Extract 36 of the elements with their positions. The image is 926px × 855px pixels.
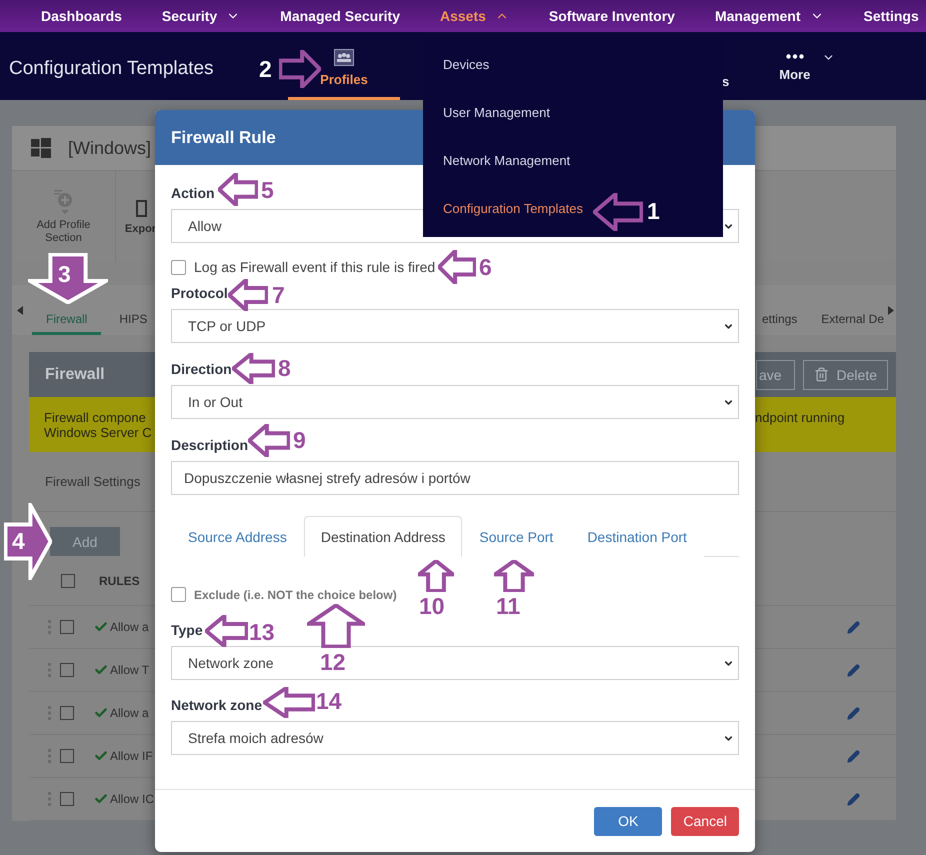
field-label: Direction — [171, 360, 232, 378]
field-label: Type — [171, 621, 203, 639]
panel-title: Firewall — [45, 366, 105, 384]
rule-name: Allow IC — [110, 792, 154, 806]
profile-title: [Windows] — [68, 138, 152, 158]
field-label: Action — [171, 184, 215, 202]
callout-number: 10 — [419, 594, 445, 618]
callout-number: 3 — [58, 262, 71, 286]
callout-number: 7 — [272, 283, 285, 307]
warning-text: Windows Server C — [44, 424, 153, 440]
callout-number: 11 — [496, 594, 520, 618]
callout-number: 1 — [647, 199, 660, 223]
callout-number: 6 — [479, 255, 492, 279]
field-label: Description — [171, 436, 248, 454]
warning-text: Firewall compone — [44, 410, 147, 424]
callout-number: 12 — [320, 650, 346, 674]
callout-number: 13 — [249, 620, 275, 644]
callout-number: 4 — [12, 529, 25, 553]
rule-name: Allow a — [110, 620, 149, 634]
dialog-title: Firewall Rule — [171, 128, 276, 148]
callout-number: 5 — [261, 178, 274, 202]
callout-number: 14 — [316, 689, 342, 713]
rule-name: Allow a — [110, 706, 149, 720]
rule-name: Allow IF — [110, 749, 153, 763]
checkbox-label: Exclude (i.e. NOT the choice below) — [194, 588, 397, 602]
column-header: RULES — [99, 574, 140, 588]
page-title: Configuration Templates — [9, 58, 214, 80]
field-label: Network zone — [171, 696, 262, 714]
field-label: Protocol — [171, 284, 228, 302]
warning-text: ndpoint running — [755, 410, 845, 425]
callout-number: 2 — [259, 57, 272, 81]
rule-name: Allow T — [110, 663, 150, 677]
callout-number: 9 — [293, 428, 306, 452]
section-label: Firewall Settings — [45, 474, 140, 489]
checkbox-label: Log as Firewall event if this rule is fired — [194, 259, 436, 275]
callout-number: 8 — [278, 356, 291, 380]
